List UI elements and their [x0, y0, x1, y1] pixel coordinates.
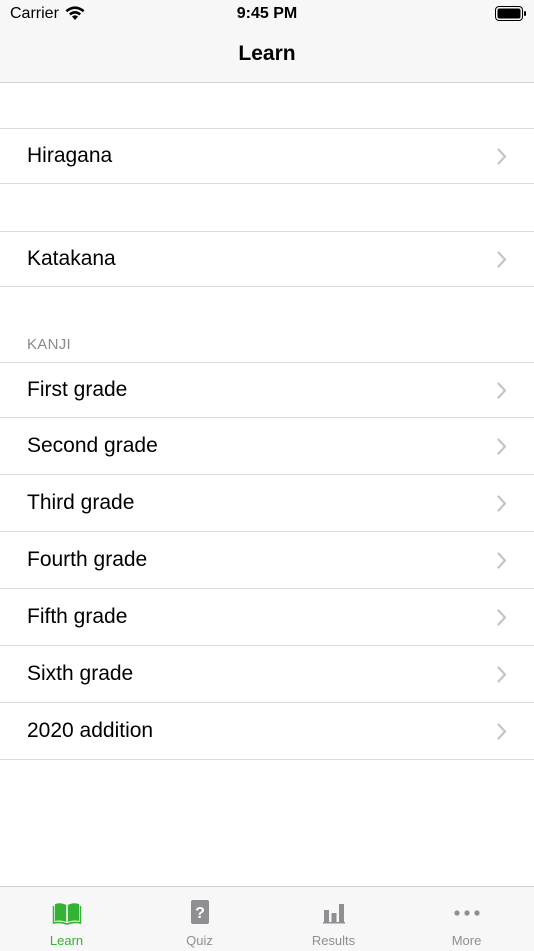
- chevron-right-icon: [497, 609, 507, 626]
- tab-results[interactable]: Results: [267, 887, 400, 951]
- list-item-label: Katakana: [27, 247, 116, 270]
- tab-quiz[interactable]: ? Quiz: [133, 887, 266, 951]
- tab-label: More: [451, 933, 482, 948]
- tab-bar: Learn ? Quiz Results More: [0, 886, 534, 951]
- question-card-icon: ?: [190, 900, 209, 924]
- list-item-fifth-grade[interactable]: Fifth grade: [0, 590, 534, 646]
- chevron-right-icon: [497, 438, 507, 455]
- list-item-label: Hiragana: [27, 144, 113, 167]
- list-item-hiragana[interactable]: Hiragana: [0, 128, 534, 184]
- list-item-label: Second grade: [27, 434, 158, 457]
- ellipsis-icon: [453, 910, 480, 916]
- list-item-sixth-grade[interactable]: Sixth grade: [0, 647, 534, 703]
- list-item-label: First grade: [27, 378, 128, 401]
- bar-chart-icon: [322, 904, 345, 924]
- learn-list[interactable]: Hiragana Katakana KANJI First grade Seco…: [0, 83, 534, 886]
- chevron-right-icon: [497, 723, 507, 740]
- list-item-fourth-grade[interactable]: Fourth grade: [0, 533, 534, 589]
- chevron-right-icon: [497, 495, 507, 512]
- book-icon: [52, 903, 81, 925]
- section-header-kanji: KANJI: [27, 336, 72, 353]
- list-item-second-grade[interactable]: Second grade: [0, 419, 534, 475]
- list-item-label: Sixth grade: [27, 662, 134, 685]
- chevron-right-icon: [497, 552, 507, 569]
- list-item-label: Third grade: [27, 491, 135, 514]
- status-bar: Carrier 9:45 PM: [0, 0, 534, 28]
- list-item-label: Fifth grade: [27, 605, 128, 628]
- status-time: 9:45 PM: [236, 5, 298, 22]
- tab-label: Results: [311, 933, 356, 948]
- chevron-right-icon: [497, 148, 507, 165]
- chevron-right-icon: [497, 666, 507, 683]
- list-item-katakana[interactable]: Katakana: [0, 231, 534, 287]
- list-item-2020-addition[interactable]: 2020 addition: [0, 704, 534, 760]
- page-title: Learn: [238, 42, 296, 65]
- battery-icon: [495, 6, 526, 21]
- svg-text:?: ?: [195, 905, 205, 922]
- tab-more[interactable]: More: [400, 887, 533, 951]
- tab-learn[interactable]: Learn: [0, 887, 133, 951]
- chevron-right-icon: [497, 382, 507, 399]
- list-item-first-grade[interactable]: First grade: [0, 362, 534, 418]
- list-item-label: Fourth grade: [27, 548, 148, 571]
- list-item-third-grade[interactable]: Third grade: [0, 476, 534, 532]
- navigation-bar: Learn: [0, 28, 534, 83]
- tab-label: Quiz: [186, 933, 213, 948]
- chevron-right-icon: [497, 251, 507, 268]
- tab-label: Learn: [49, 933, 84, 948]
- list-item-label: 2020 addition: [27, 719, 154, 742]
